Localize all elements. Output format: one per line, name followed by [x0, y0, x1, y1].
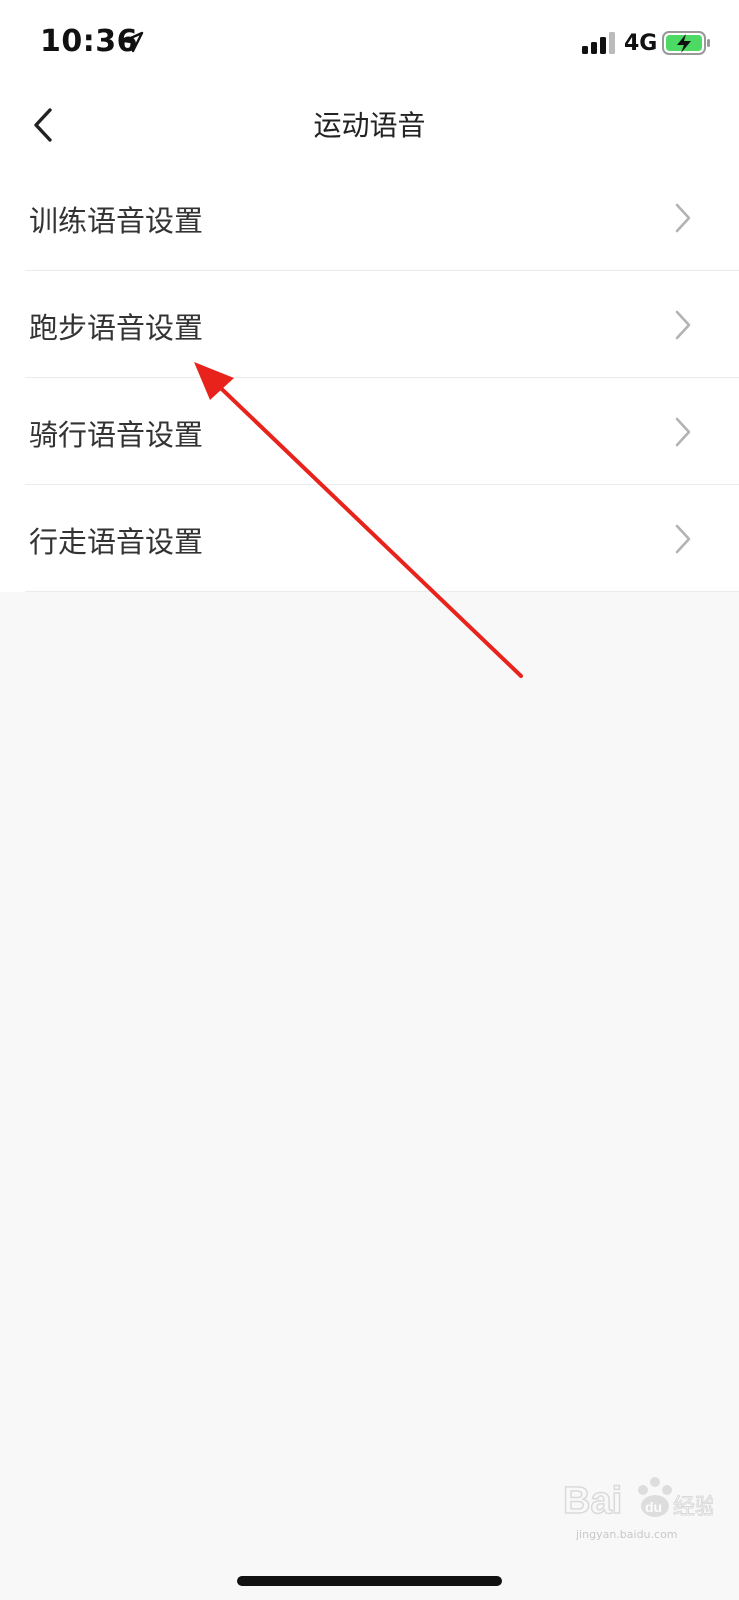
screen: 10:36 4G 运动语音 训练语音设置 跑步语音设置 骑行语音设置 行走语音设…	[0, 0, 739, 1600]
menu-item-label: 跑步语音设置	[29, 311, 204, 345]
voice-settings-list: 训练语音设置 跑步语音设置 骑行语音设置 行走语音设置	[0, 164, 739, 592]
chevron-right-icon	[675, 203, 691, 233]
baidu-watermark-logo: Bai du 经验	[563, 1477, 713, 1523]
network-label: 4G	[624, 31, 658, 56]
page-title: 运动语音	[313, 109, 426, 142]
chevron-right-icon	[675, 524, 691, 554]
signal-icon	[582, 32, 615, 54]
menu-item-cycling-voice[interactable]: 骑行语音设置	[0, 378, 739, 485]
status-bar: 10:36 4G	[0, 0, 739, 90]
menu-item-label: 骑行语音设置	[29, 418, 204, 452]
svg-text:du: du	[645, 1499, 662, 1515]
chevron-right-icon	[675, 417, 691, 447]
menu-item-label: 行走语音设置	[29, 525, 204, 559]
svg-text:经验: 经验	[673, 1495, 713, 1520]
nav-bar: 运动语音	[0, 90, 739, 160]
menu-item-label: 训练语音设置	[29, 204, 204, 238]
chevron-right-icon	[675, 310, 691, 340]
watermark-url: jingyan.baidu.com	[576, 1528, 678, 1541]
svg-text:Bai: Bai	[563, 1480, 622, 1522]
menu-item-walking-voice[interactable]: 行走语音设置	[0, 485, 739, 592]
menu-item-running-voice[interactable]: 跑步语音设置	[0, 271, 739, 378]
battery-charging-icon	[662, 31, 710, 55]
home-indicator[interactable]	[237, 1576, 502, 1586]
menu-item-training-voice[interactable]: 训练语音设置	[0, 164, 739, 271]
location-arrow-icon	[122, 31, 144, 53]
